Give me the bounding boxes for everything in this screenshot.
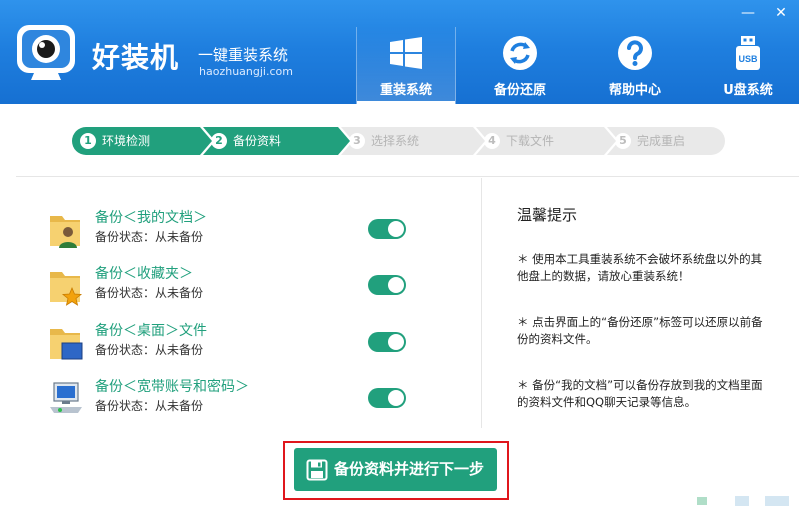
step-label: 选择系统 xyxy=(371,134,420,148)
corner-watermark-graphic xyxy=(697,496,789,506)
backup-item-my-documents: 备份＜我的文档＞ 备份状态：从未备份 xyxy=(48,210,418,252)
backup-and-next-button[interactable]: 备份资料并进行下一步 xyxy=(294,448,497,491)
close-button[interactable]: ✕ xyxy=(770,4,792,22)
tab-backup-restore[interactable]: 备份还原 xyxy=(470,27,570,104)
backup-item-desktop: 备份＜桌面＞文件 备份状态：从未备份 xyxy=(48,323,418,365)
backup-item-title[interactable]: 备份＜宽带账号和密码＞ xyxy=(95,378,249,396)
backup-toggle[interactable] xyxy=(368,332,406,352)
windows-logo-icon xyxy=(390,37,422,69)
favorites-folder-icon xyxy=(50,272,83,306)
step-label: 下载文件 xyxy=(506,134,555,148)
step-backup-data: 2 备份资料 xyxy=(203,127,353,155)
tips-title: 温馨提示 xyxy=(517,206,578,224)
tip-text: ＊ 备份“我的文档”可以备份存放到我的文档里面的资料文件和QQ聊天记录等信息。 xyxy=(517,378,763,409)
active-tab-indicator xyxy=(357,101,455,104)
brand-url: haozhuangji.com xyxy=(199,65,293,78)
step-environment-check: 1 环境检测 xyxy=(72,127,215,155)
network-icon xyxy=(50,382,82,413)
backup-item-status: 备份状态：从未备份 xyxy=(95,343,204,357)
tab-label: U盘系统 xyxy=(723,83,773,98)
question-icon xyxy=(618,36,652,70)
step-finish-restart: 5 完成重启 xyxy=(607,127,725,155)
backup-item-favorites: 备份＜收藏夹＞ 备份状态：从未备份 xyxy=(48,266,418,308)
floppy-disk-icon xyxy=(306,459,328,481)
tab-help-center[interactable]: 帮助中心 xyxy=(585,27,685,104)
app-logo-icon xyxy=(17,25,75,80)
tab-label: 备份还原 xyxy=(493,83,546,98)
svg-text:USB: USB xyxy=(738,54,758,64)
step-select-system: 3 选择系统 xyxy=(341,127,488,155)
backup-item-status: 备份状态：从未备份 xyxy=(95,286,204,300)
step-download-files: 4 下载文件 xyxy=(476,127,619,155)
step-number: 1 xyxy=(80,133,96,149)
tip-text: ＊ 点击界面上的“备份还原”标签可以还原以前备份的资料文件。 xyxy=(517,315,763,346)
minimize-button[interactable]: — xyxy=(737,4,759,22)
backup-item-title[interactable]: 备份＜桌面＞文件 xyxy=(95,322,207,340)
step-label: 环境检测 xyxy=(102,134,151,148)
backup-item-title[interactable]: 备份＜收藏夹＞ xyxy=(95,265,193,283)
backup-toggle[interactable] xyxy=(368,275,406,295)
tip-text: ＊ 使用本工具重装系统不会破坏系统盘以外的其他盘上的数据，请放心重装系统！ xyxy=(517,252,763,283)
brand-name: 好装机 xyxy=(92,41,180,74)
user-folder-icon xyxy=(50,216,80,248)
brand-slogan: 一键重装系统 xyxy=(198,46,289,64)
backup-item-status: 备份状态：从未备份 xyxy=(95,399,204,413)
button-label: 备份资料并进行下一步 xyxy=(334,460,485,478)
tab-reinstall-system[interactable]: 重装系统 xyxy=(356,27,456,104)
desktop-folder-icon xyxy=(50,329,83,360)
backup-item-title[interactable]: 备份＜我的文档＞ xyxy=(95,209,207,227)
step-label: 备份资料 xyxy=(233,134,282,148)
usb-icon: USB xyxy=(736,36,760,70)
divider xyxy=(16,176,799,177)
backup-item-status: 备份状态：从未备份 xyxy=(95,230,204,244)
app-header: 好装机 一键重装系统 haozhuangji.com — ✕ 重装系统 备份还原… xyxy=(0,0,799,104)
backup-toggle[interactable] xyxy=(368,219,406,239)
tab-label: 重装系统 xyxy=(379,83,432,98)
tab-usb-system[interactable]: USB U盘系统 xyxy=(698,27,798,104)
backup-item-broadband-account: 备份＜宽带账号和密码＞ 备份状态：从未备份 xyxy=(48,379,418,421)
step-label: 完成重启 xyxy=(637,134,686,148)
backup-toggle[interactable] xyxy=(368,388,406,408)
tab-label: 帮助中心 xyxy=(608,83,661,98)
refresh-icon xyxy=(503,36,537,70)
divider xyxy=(481,178,482,428)
